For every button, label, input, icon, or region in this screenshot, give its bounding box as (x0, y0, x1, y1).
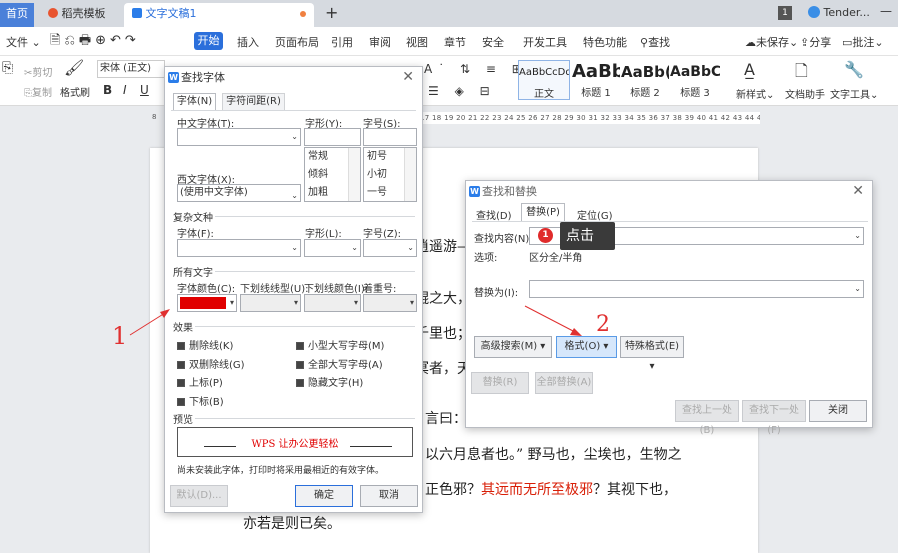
annotation-arrows (129, 305, 582, 336)
annotation-number-2: 2 (596, 312, 610, 337)
annotation-number-1: 1 (112, 322, 128, 350)
